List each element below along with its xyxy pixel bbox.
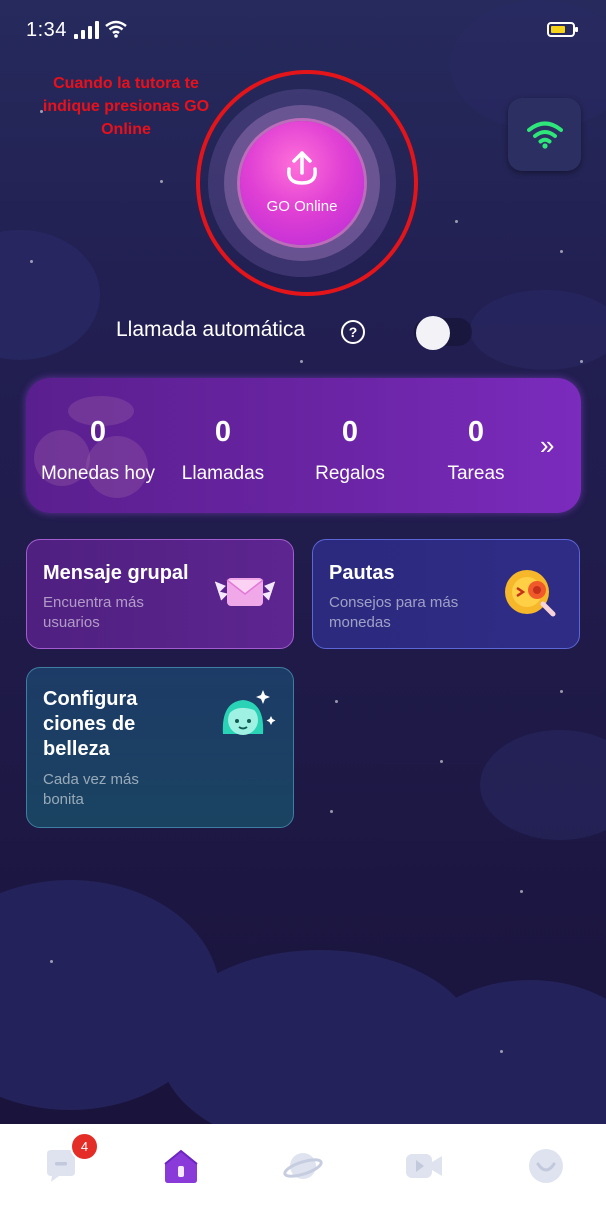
beauty-settings-card[interactable]: Configura ciones de belleza Cada vez más… [26,667,294,828]
wifi-icon [527,121,563,149]
stat-label: Llamadas [181,463,265,484]
cloud-decoration [470,290,606,370]
planet-icon [283,1153,323,1179]
toggle-knob [416,316,450,350]
stats-card[interactable]: 0 Monedas hoy 0 Llamadas 0 Regalos 0 Tar… [26,378,581,513]
group-message-card[interactable]: Mensaje grupal Encuentra más usuarios [26,539,294,649]
stat-calls: 0 Llamadas [170,416,276,485]
chevron-right-icon[interactable]: » [540,430,554,461]
stat-value: 0 [89,416,107,448]
stat-gifts: 0 Regalos [298,416,402,485]
stat-label: Tareas [447,463,505,484]
battery-icon [547,22,578,37]
card-subtitle: Consejos para más monedas [329,594,459,631]
stat-value: 0 [214,416,232,448]
video-icon [406,1154,442,1178]
stat-coins-today: 0 Monedas hoy [34,416,162,485]
highlight-circle [196,70,418,296]
stat-label: Regalos [315,463,385,484]
cloud-decoration [0,230,100,360]
status-time: 1:34 [26,19,67,41]
envelope-icon [214,578,276,606]
guidelines-card[interactable]: Pautas Consejos para más monedas [312,539,580,649]
card-title: Pautas [329,562,395,584]
stat-value: 0 [467,416,485,448]
card-title: Configura ciones de belleza [43,688,138,760]
card-subtitle: Cada vez más bonita [43,771,139,808]
beauty-face-icon [222,690,276,735]
nav-home[interactable] [161,1146,201,1186]
connection-status-button[interactable] [508,98,581,171]
coin-search-icon [505,570,556,617]
nav-profile[interactable] [526,1146,566,1186]
auto-call-toggle[interactable] [414,316,472,350]
unread-badge: 4 [70,1132,99,1161]
signal-icon [74,21,99,39]
stat-value: 0 [341,416,359,448]
status-bar: 1:34 [0,0,606,62]
nav-video[interactable] [404,1146,444,1186]
cloud-decoration [480,730,606,840]
stat-tasks: 0 Tareas [424,416,528,485]
card-subtitle: Encuentra más usuarios [43,594,144,631]
nav-discover[interactable] [283,1146,323,1186]
home-icon [164,1149,198,1183]
card-title: Mensaje grupal [43,562,189,584]
wifi-status-icon [105,20,127,38]
instruction-annotation: Cuando la tutora te indique presionas GO… [42,75,210,138]
auto-call-label: Llamada automática [116,318,306,341]
help-icon[interactable]: ? [341,320,365,344]
smile-icon [529,1149,563,1183]
stat-label: Monedas hoy [40,463,156,484]
home-screen: 1:34 Cuando la tutora te indique presion… [0,0,606,1208]
